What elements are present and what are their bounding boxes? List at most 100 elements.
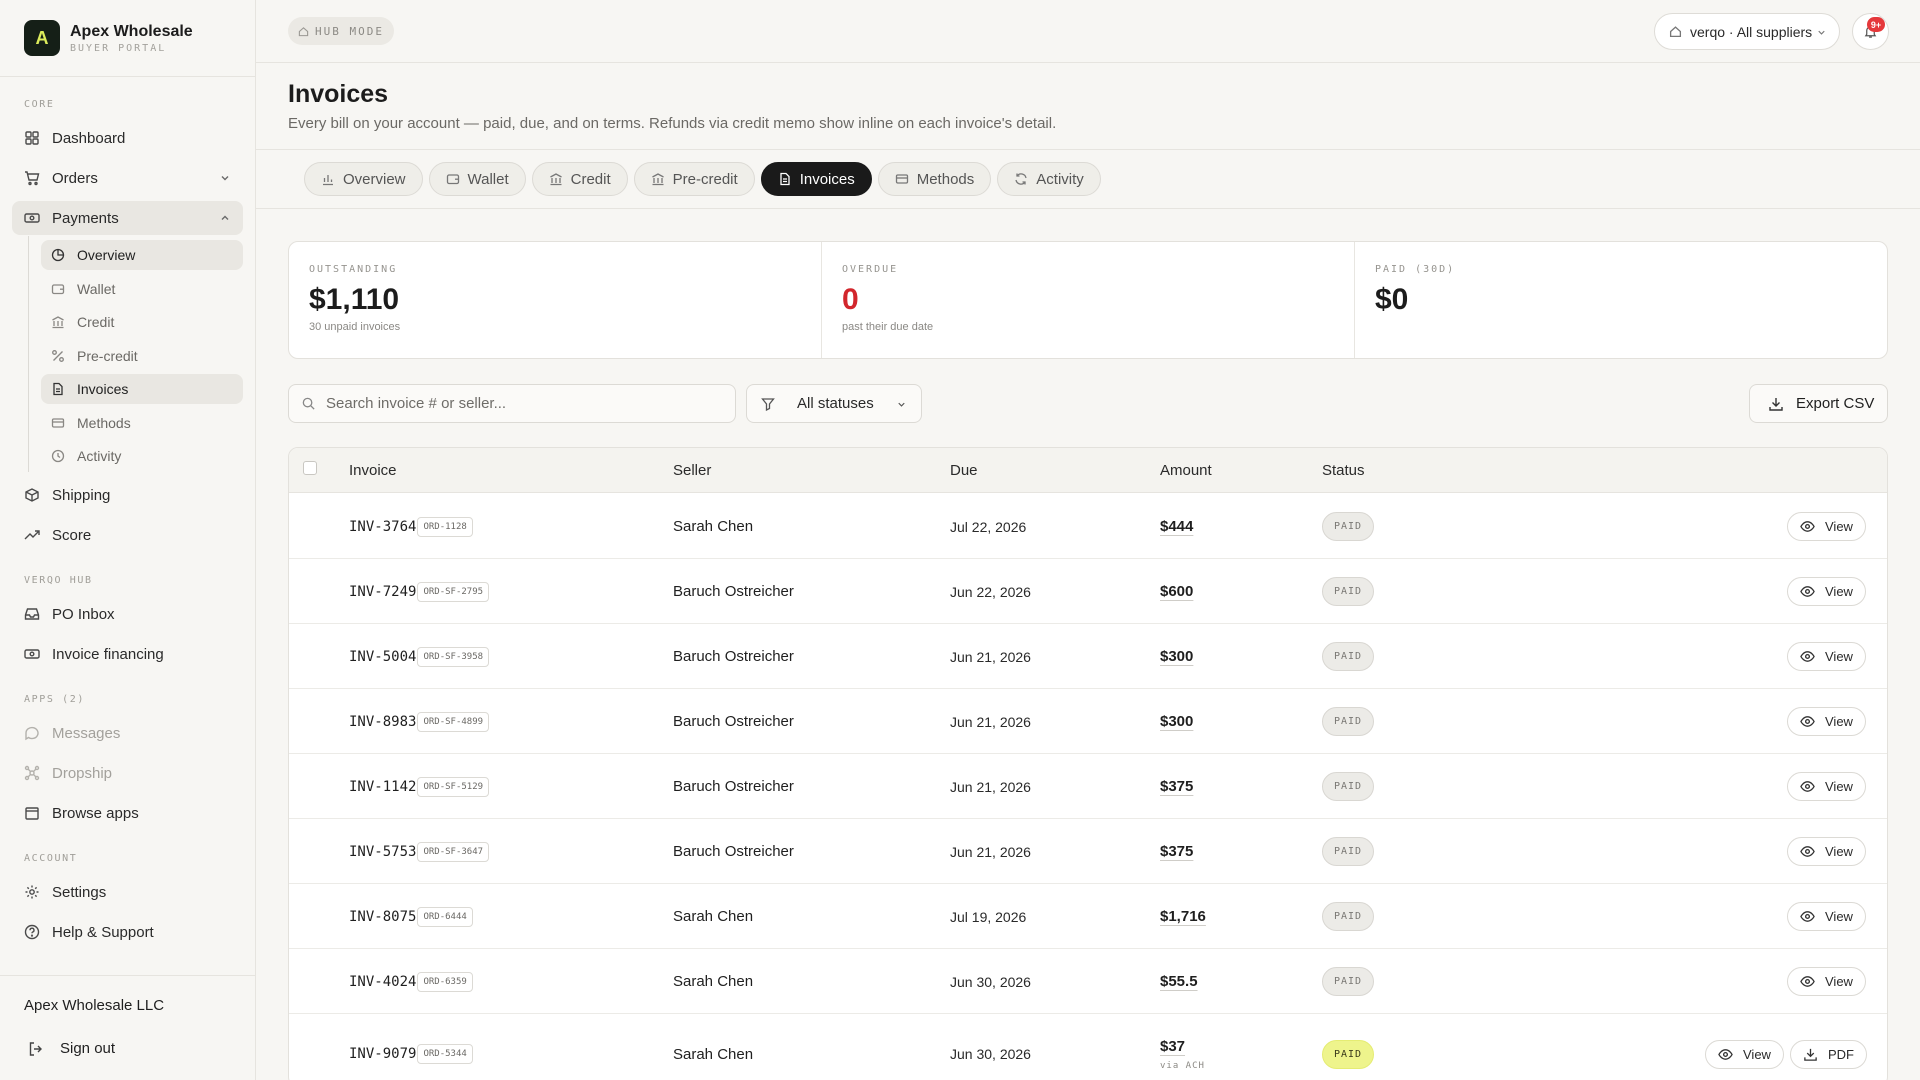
invoice-number[interactable]: INV-8983: [349, 714, 416, 730]
inbox-icon: [24, 608, 40, 620]
select-all-checkbox[interactable]: [303, 461, 317, 475]
table-row[interactable]: INV-5753 ORD-SF-3647 Baruch Ostreicher Ju…: [289, 819, 1887, 884]
trending-up-icon: [24, 530, 40, 540]
due-date: Jun 30, 2026: [950, 973, 1031, 990]
view-button[interactable]: View: [1787, 577, 1866, 606]
view-label: View: [1825, 584, 1853, 599]
table-row[interactable]: INV-8075 ORD-6444 Sarah Chen Jul 19, 2026…: [289, 884, 1887, 949]
search-input[interactable]: [326, 395, 726, 412]
view-button[interactable]: View: [1787, 902, 1866, 931]
tab-credit[interactable]: Credit: [531, 162, 628, 196]
pdf-button[interactable]: PDF: [1789, 1039, 1867, 1069]
sidebar-subitem-wallet[interactable]: Wallet: [41, 274, 243, 304]
table-row[interactable]: INV-8983 ORD-SF-4899 Baruch Ostreicher Ju…: [289, 689, 1887, 754]
amount: $37: [1160, 1037, 1186, 1055]
sidebar-subitem-overview[interactable]: Overview: [41, 240, 243, 270]
sidebar-item-payments[interactable]: Payments: [12, 201, 243, 235]
view-button[interactable]: View: [1705, 1039, 1784, 1069]
status-cell: PAID: [1322, 1014, 1375, 1080]
status-badge: PAID: [1322, 1039, 1375, 1069]
tab-invoices[interactable]: Invoices: [760, 162, 872, 196]
invoice-number[interactable]: INV-7249: [349, 584, 416, 600]
amount-cell: $55.5: [1160, 949, 1198, 1014]
order-reference[interactable]: ORD-SF-2795: [417, 581, 490, 602]
invoice-number[interactable]: INV-5753: [349, 844, 416, 860]
credit-card-icon: [51, 418, 65, 428]
tab-overview[interactable]: Overview: [304, 162, 423, 196]
sidebar-item-orders[interactable]: Orders: [12, 161, 243, 195]
tab-activity[interactable]: Activity: [997, 162, 1101, 196]
sidebar-item-po-inbox[interactable]: PO Inbox: [12, 597, 243, 631]
export-csv-label: Export CSV: [1796, 395, 1875, 412]
table-row[interactable]: INV-5004 ORD-SF-3958 Baruch Ostreicher Ju…: [289, 624, 1887, 689]
signout-button[interactable]: Sign out: [28, 1040, 115, 1057]
brand-subtitle: BUYER PORTAL: [70, 42, 167, 54]
invoice-search[interactable]: [288, 384, 736, 423]
sidebar-subitem-activity[interactable]: Activity: [41, 441, 243, 471]
table-row[interactable]: INV-7249 ORD-SF-2795 Baruch Ostreicher Ju…: [289, 559, 1887, 624]
column-header-seller[interactable]: Seller: [673, 462, 711, 479]
view-button[interactable]: View: [1787, 707, 1866, 736]
view-button[interactable]: View: [1787, 642, 1866, 671]
table-row[interactable]: INV-1142 ORD-SF-5129 Baruch Ostreicher Ju…: [289, 754, 1887, 819]
column-header-invoice[interactable]: Invoice: [349, 462, 397, 479]
sidebar-item-dropship[interactable]: Dropship: [12, 756, 243, 790]
view-button[interactable]: View: [1787, 772, 1866, 801]
sidebar-subitem-credit[interactable]: Credit: [41, 307, 243, 337]
sidebar-subitem-invoices[interactable]: Invoices: [41, 374, 243, 404]
order-reference[interactable]: ORD-SF-3958: [417, 646, 490, 667]
tab-pre-credit[interactable]: Pre-credit: [633, 162, 755, 196]
table-row[interactable]: INV-9079 ORD-5344 Sarah Chen Jun 30, 2026…: [289, 1014, 1887, 1080]
tab-methods[interactable]: Methods: [877, 162, 992, 196]
sidebar-item-dashboard[interactable]: Dashboard: [12, 121, 243, 155]
sidebar-item-shipping[interactable]: Shipping: [12, 478, 243, 512]
invoice-number[interactable]: INV-9079: [349, 1046, 416, 1062]
order-reference[interactable]: ORD-6444: [417, 906, 473, 927]
tab-label: Wallet: [467, 170, 509, 188]
eye-icon: [1800, 651, 1815, 662]
seller-cell: Baruch Ostreicher: [673, 843, 794, 860]
order-reference[interactable]: ORD-SF-3647: [417, 841, 490, 862]
status-filter-select[interactable]: All statuses: [746, 384, 922, 423]
order-reference[interactable]: ORD-6359: [417, 971, 473, 992]
bar-chart-icon: [323, 175, 333, 186]
brand[interactable]: A Apex Wholesale BUYER PORTAL: [24, 20, 193, 56]
gear-icon: [25, 885, 39, 899]
sidebar-item-help[interactable]: Help & Support: [12, 915, 243, 949]
search-icon: [302, 397, 315, 410]
tab-wallet[interactable]: Wallet: [428, 162, 526, 196]
sidebar-item-settings[interactable]: Settings: [12, 875, 243, 909]
invoice-number[interactable]: INV-5004: [349, 649, 416, 665]
order-reference[interactable]: ORD-5344: [417, 1044, 473, 1064]
order-reference[interactable]: ORD-SF-4899: [417, 711, 490, 732]
invoice-number[interactable]: INV-1142: [349, 779, 416, 795]
table-row[interactable]: INV-4024 ORD-6359 Sarah Chen Jun 30, 2026…: [289, 949, 1887, 1014]
sidebar-subitem-pre-credit[interactable]: Pre-credit: [41, 341, 243, 371]
amount-cell: $444: [1160, 494, 1193, 559]
export-csv-button[interactable]: Export CSV: [1749, 384, 1888, 423]
column-header-status[interactable]: Status: [1322, 462, 1365, 479]
view-button[interactable]: View: [1787, 837, 1866, 866]
sidebar-subitem-methods[interactable]: Methods: [41, 408, 243, 438]
file-text-icon: [53, 382, 63, 396]
sidebar-item-invoice-financing[interactable]: Invoice financing: [12, 637, 243, 671]
order-reference[interactable]: ORD-SF-5129: [417, 776, 490, 797]
order-reference[interactable]: ORD-1128: [417, 516, 473, 537]
invoice-number[interactable]: INV-4024: [349, 974, 416, 990]
invoice-number[interactable]: INV-3764: [349, 519, 416, 535]
sidebar-divider: [0, 975, 255, 976]
view-button[interactable]: View: [1787, 967, 1866, 996]
invoice-number[interactable]: INV-8075: [349, 909, 416, 925]
sidebar-item-browse-apps[interactable]: Browse apps: [12, 796, 243, 830]
seller-cell: Sarah Chen: [673, 973, 754, 990]
column-header-due[interactable]: Due: [950, 462, 978, 479]
view-button[interactable]: View: [1787, 512, 1866, 541]
supplier-select-value: verqo · All suppliers: [1690, 23, 1813, 40]
tab-label: Methods: [916, 170, 975, 188]
sidebar-item-score[interactable]: Score: [12, 518, 243, 552]
subitem-label: Activity: [77, 448, 122, 464]
sidebar-item-messages[interactable]: Messages: [12, 716, 243, 750]
column-header-amount[interactable]: Amount: [1160, 462, 1212, 479]
table-row[interactable]: INV-3764 ORD-1128 Sarah Chen Jul 22, 2026…: [289, 494, 1887, 559]
supplier-select[interactable]: verqo · All suppliers: [1654, 13, 1840, 50]
